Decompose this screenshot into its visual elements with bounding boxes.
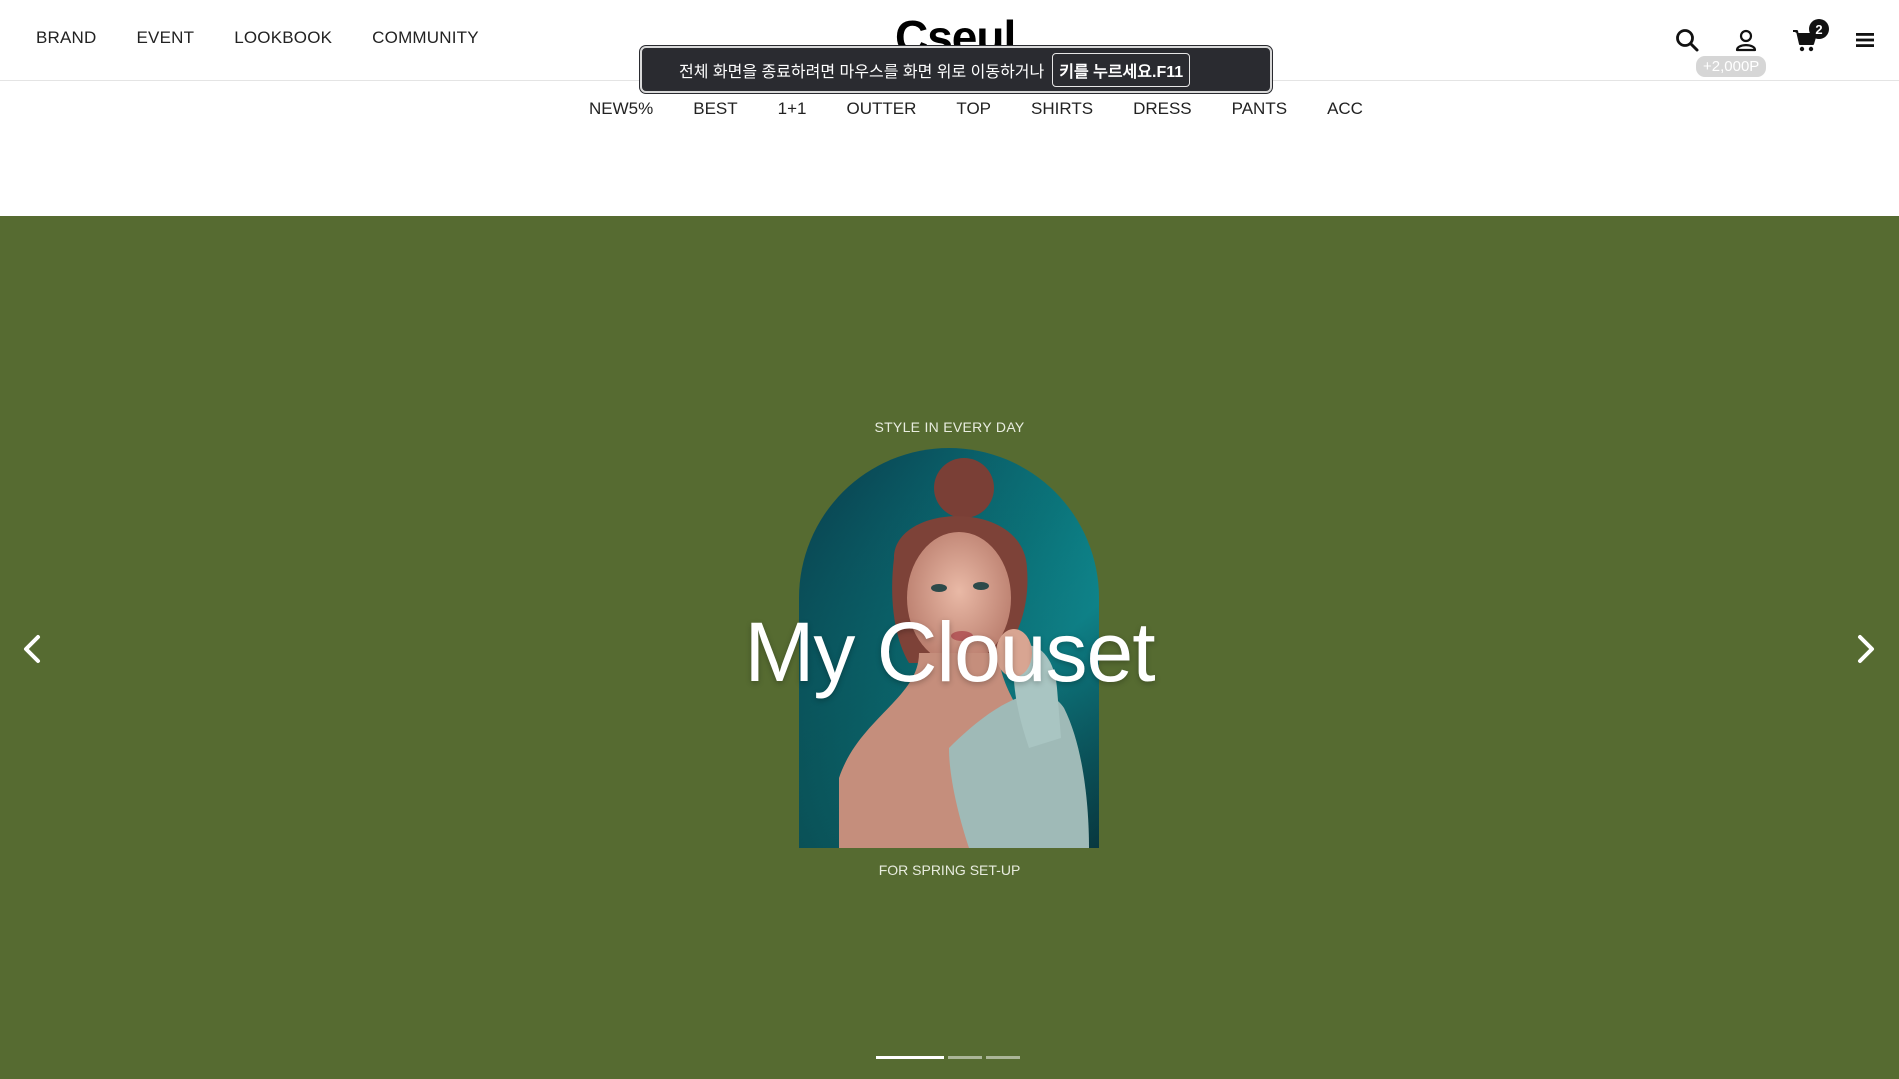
fullscreen-exit-notice: 전체 화면을 종료하려면 마우스를 화면 위로 이동하거나 키를 누르세요.F1… bbox=[640, 46, 1272, 93]
points-badge: +2,000P bbox=[1696, 56, 1767, 77]
category-shirts[interactable]: SHIRTS bbox=[1031, 99, 1093, 118]
category-best[interactable]: BEST bbox=[693, 99, 737, 118]
category-top[interactable]: TOP bbox=[956, 99, 991, 118]
category-acc[interactable]: ACC bbox=[1327, 99, 1363, 118]
slider-dot-3[interactable] bbox=[986, 1056, 1020, 1059]
user-icon[interactable] bbox=[1732, 26, 1760, 54]
category-new[interactable]: NEW5% bbox=[589, 99, 653, 118]
slider-pagination bbox=[876, 1056, 1020, 1059]
slider-dot-2[interactable] bbox=[948, 1056, 982, 1059]
slider-dot-1[interactable] bbox=[876, 1056, 944, 1059]
menu-icon[interactable] bbox=[1851, 26, 1879, 54]
slider-next-arrow-icon[interactable] bbox=[1846, 627, 1886, 671]
category-one-plus-one[interactable]: 1+1 bbox=[778, 99, 807, 118]
category-outter[interactable]: OUTTER bbox=[846, 99, 916, 118]
header-icons: 2 bbox=[1669, 19, 1899, 56]
category-dress[interactable]: DRESS bbox=[1133, 99, 1192, 118]
category-nav: NEW5% BEST 1+1 OUTTER TOP SHIRTS DRESS P… bbox=[589, 99, 1363, 119]
search-icon[interactable] bbox=[1673, 26, 1701, 54]
hero-title: My Clouset bbox=[744, 605, 1155, 699]
top-nav: BRAND EVENT LOOKBOOK COMMUNITY bbox=[36, 28, 479, 48]
nav-community[interactable]: COMMUNITY bbox=[372, 28, 479, 47]
hero-subtitle: FOR SPRING SET-UP bbox=[878, 862, 1021, 878]
nav-lookbook[interactable]: LOOKBOOK bbox=[234, 28, 332, 47]
nav-event[interactable]: EVENT bbox=[137, 28, 195, 47]
category-pants[interactable]: PANTS bbox=[1232, 99, 1287, 118]
cart-count-badge: 2 bbox=[1809, 19, 1829, 39]
fullscreen-key-hint: 키를 누르세요.F11 bbox=[1052, 52, 1191, 87]
fullscreen-notice-text: 전체 화면을 종료하려면 마우스를 화면 위로 이동하거나 bbox=[679, 63, 1045, 81]
site-logo[interactable]: Cseul bbox=[895, 14, 1015, 46]
hero-slider: STYLE IN EVERY DAY My Clouset FOR SPRING… bbox=[0, 216, 1899, 1079]
nav-brand[interactable]: BRAND bbox=[36, 28, 97, 47]
hero-kicker: STYLE IN EVERY DAY bbox=[874, 419, 1025, 435]
slider-prev-arrow-icon[interactable] bbox=[12, 627, 52, 671]
